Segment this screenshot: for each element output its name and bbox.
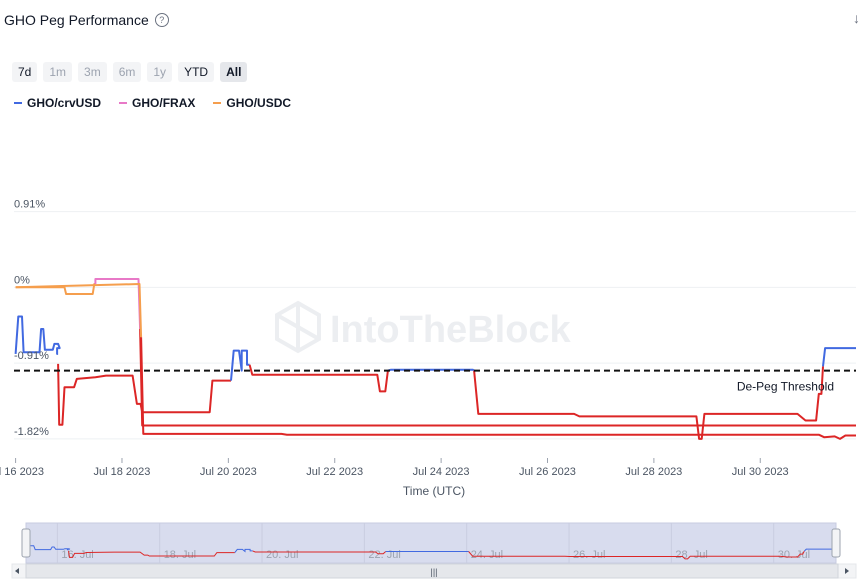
series-layer bbox=[14, 278, 856, 440]
x-tick-label: Jul 20 2023 bbox=[200, 466, 257, 478]
watermark-logo bbox=[275, 300, 321, 354]
y-tick-label: -1.82% bbox=[14, 426, 49, 438]
x-tick-label: Jul 28 2023 bbox=[625, 466, 682, 478]
navigator-tick-label: 28. Jul bbox=[675, 549, 707, 561]
navigator-handle-left[interactable] bbox=[21, 528, 31, 558]
x-tick-label: Jul 26 2023 bbox=[519, 466, 576, 478]
navigator-tick-label: 20. Jul bbox=[266, 549, 298, 561]
y-tick-label: 0.91% bbox=[14, 199, 45, 211]
navigator-handle-right[interactable] bbox=[831, 528, 841, 558]
series-line[interactable] bbox=[94, 278, 142, 330]
watermark: IntoTheBlock bbox=[275, 300, 572, 354]
navigator-tick-label: 22. Jul bbox=[368, 549, 400, 561]
chart-canvas: IntoTheBlock De-Peg Threshold Jul 16 202… bbox=[0, 199, 857, 579]
series-line[interactable] bbox=[822, 347, 856, 367]
navigator-mask[interactable] bbox=[25, 522, 837, 564]
series-line[interactable] bbox=[14, 315, 61, 355]
y-axis: 0.91% 0% -0.91% -1.82% bbox=[14, 199, 49, 438]
depeg-threshold-label: De-Peg Threshold bbox=[737, 380, 834, 394]
x-tick-label: Jul 22 2023 bbox=[306, 466, 363, 478]
x-tick-label: Jul 18 2023 bbox=[94, 466, 151, 478]
scrollbar-grip: ||| bbox=[430, 567, 437, 577]
x-tick-label: Jul 24 2023 bbox=[413, 466, 470, 478]
series-line[interactable] bbox=[248, 364, 389, 393]
x-tick-label: Jul 30 2023 bbox=[732, 466, 789, 478]
y-tick-label: -0.91% bbox=[14, 350, 49, 362]
x-axis-title: Time (UTC) bbox=[403, 484, 465, 498]
series-line[interactable] bbox=[387, 368, 475, 372]
watermark-text: IntoTheBlock bbox=[330, 309, 572, 351]
x-axis: Jul 16 2023 Jul 18 2023 Jul 20 2023 Jul 22 … bbox=[0, 458, 789, 478]
series-line[interactable] bbox=[473, 366, 824, 440]
navigator-tick-label: 24. Jul bbox=[471, 549, 503, 561]
navigator[interactable]: 16. Jul 18. Jul 20. Jul 22. Jul 24. Jul 26. J… bbox=[11, 522, 857, 579]
series-line[interactable] bbox=[230, 349, 250, 381]
series-line[interactable] bbox=[15, 283, 143, 338]
series-line[interactable] bbox=[57, 363, 231, 426]
navigator-tick-label: 26. Jul bbox=[573, 549, 605, 561]
navigator-tick-label: 16. Jul bbox=[61, 549, 93, 561]
x-tick-label: Jul 16 2023 bbox=[0, 466, 44, 478]
navigator-tick-label: 18. Jul bbox=[164, 549, 196, 561]
y-tick-label: 0% bbox=[14, 274, 30, 286]
